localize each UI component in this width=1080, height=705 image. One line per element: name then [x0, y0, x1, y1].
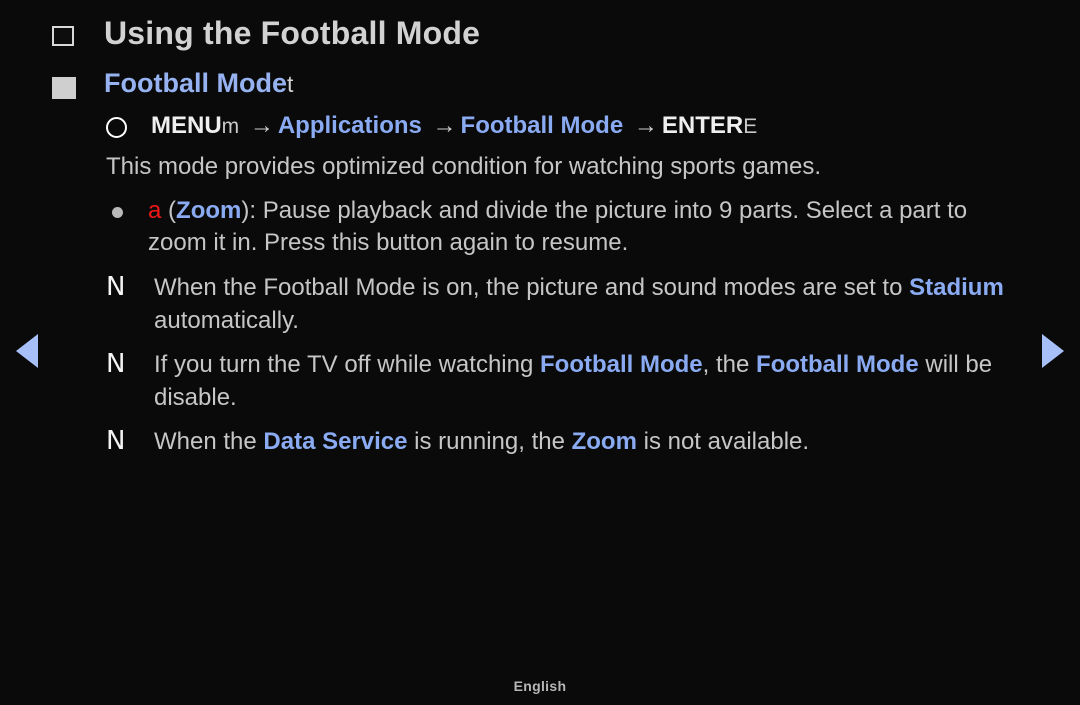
page-content: Using the Football Mode Football Modet M… [0, 0, 1080, 458]
note-row: N When the Data Service is running, the … [0, 414, 1080, 458]
menu-path: MENUm → Applications → Football Mode → ENTE… [151, 111, 757, 141]
note-highlight-2: Football Mode [756, 351, 919, 379]
filled-square-bullet-icon [52, 77, 76, 99]
subtitle-label: Football Mode [104, 68, 287, 98]
note-part-2: is running, the [407, 428, 572, 456]
path-item-football-mode[interactable]: Football Mode [461, 112, 624, 139]
subtitle-heading: Football Modet [104, 67, 293, 99]
note-row: N If you turn the TV off while watching … [0, 337, 1080, 414]
color-key-a: a [148, 196, 162, 224]
note-highlight-2: Zoom [571, 428, 637, 456]
enter-key-label: ENTER [661, 112, 744, 140]
zoom-bullet-text: a (Zoom): Pause playback and divide the … [148, 195, 1020, 260]
note-highlight-1: Data Service [263, 428, 408, 456]
note-part-1: When the [154, 428, 264, 456]
zoom-bullet-body: : Pause playback and divide the picture … [148, 196, 968, 257]
page-title: Using the Football Mode [104, 15, 481, 51]
note-part-1: When the Football Mode is on, the pictur… [154, 273, 910, 301]
note-marker-icon: N [106, 271, 126, 302]
note-text: When the Football Mode is on, the pictur… [154, 271, 1040, 337]
path-item-applications[interactable]: Applications [278, 112, 422, 139]
note-marker-icon: N [106, 349, 126, 380]
note-row: N When the Football Mode is on, the pict… [0, 260, 1080, 337]
enter-key-glyph: E [743, 115, 758, 139]
circle-outline-icon [106, 117, 127, 139]
path-arrow-3: → [633, 112, 658, 140]
dot-bullet-icon [112, 206, 123, 218]
note-text: If you turn the TV off while watching Fo… [154, 348, 1040, 414]
page-title-row: Using the Football Mode [0, 0, 1080, 53]
note-highlight-1: Football Mode [540, 351, 703, 379]
zoom-key-name: Zoom [176, 196, 242, 224]
language-label: English [513, 678, 567, 694]
menu-key-glyph: m [221, 115, 240, 139]
path-arrow-2: → [432, 112, 457, 140]
emanual-page: Using the Football Mode Football Modet M… [0, 0, 1080, 705]
menu-path-row: MENUm → Applications → Football Mode → ENTE… [0, 99, 1080, 141]
note-part-2: , the [702, 351, 757, 379]
mode-description: This mode provides optimized condition f… [106, 153, 822, 181]
note-marker-icon: N [106, 426, 126, 457]
path-arrow-1: → [249, 112, 274, 140]
zoom-bullet-row: a (Zoom): Pause playback and divide the … [0, 183, 1080, 260]
note-text: When the Data Service is running, the Zo… [154, 425, 1040, 458]
paren-open: ( [168, 196, 177, 224]
note-highlight-1: Stadium [909, 273, 1004, 301]
note-part-1: If you turn the TV off while watching [154, 351, 540, 379]
subtitle-row: Football Modet [0, 53, 1080, 99]
subtitle-key-glyph: t [286, 71, 294, 97]
hollow-square-bullet-icon [52, 26, 74, 46]
note-part-3: is not available. [636, 428, 810, 456]
menu-key-label: MENU [151, 112, 222, 140]
note-part-2: automatically. [154, 306, 299, 334]
